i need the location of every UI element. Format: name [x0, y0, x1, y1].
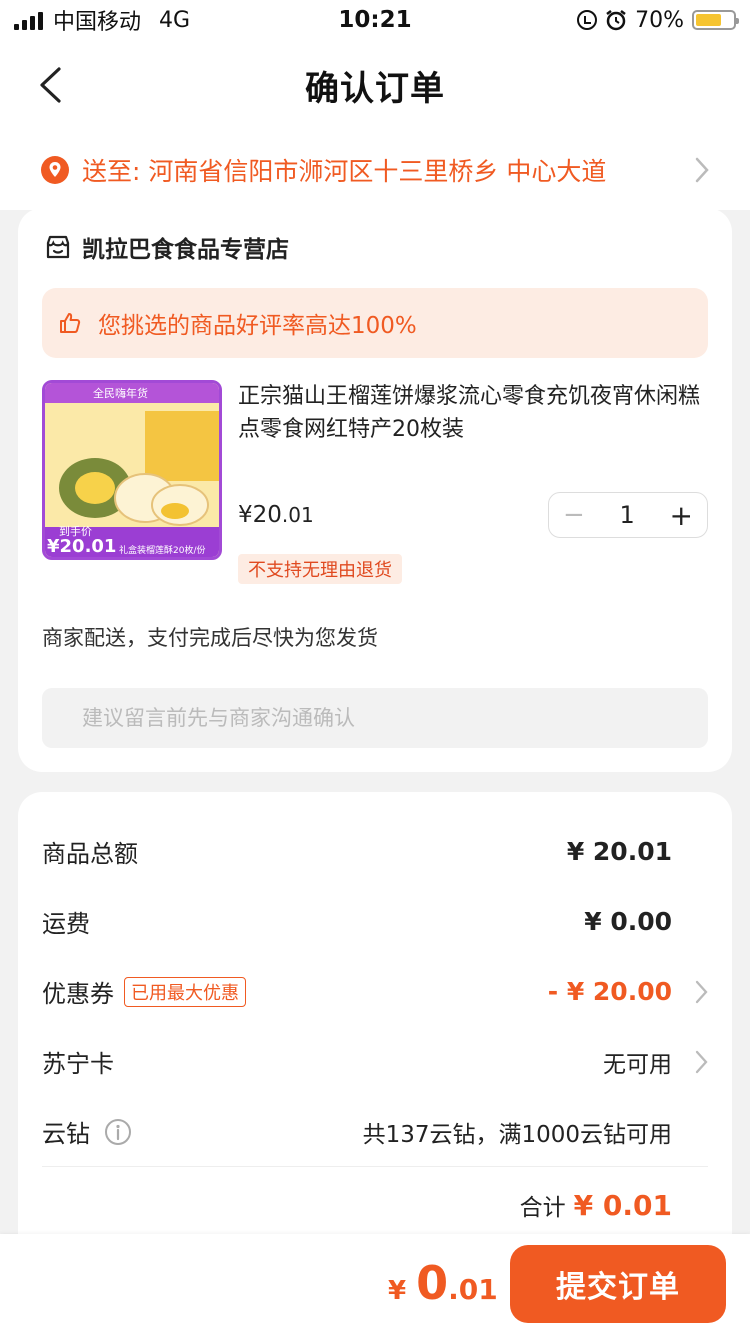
summary-divider — [42, 1166, 708, 1167]
carrier-label: 中国移动 — [53, 10, 142, 35]
image-price: ¥20.01 — [47, 536, 117, 557]
status-bar: 中国移动 4G 10:21 70% — [0, 0, 750, 40]
praise-text: 您挑选的商品好评率高达100% — [98, 313, 417, 339]
remark-input[interactable] — [42, 688, 708, 748]
quantity-stepper: − 1 + — [548, 492, 708, 538]
page-title: 确认订单 — [305, 68, 445, 109]
battery-percent: 70% — [635, 7, 684, 33]
product-price: ¥20.01 — [238, 502, 314, 528]
coupon-label: 优惠券 — [42, 980, 114, 1008]
checkout-bar: ¥ 0 .01 提交订单 — [0, 1234, 750, 1334]
suning-card-row[interactable]: 苏宁卡 无可用 — [42, 1044, 708, 1079]
status-left: 中国移动 4G — [14, 4, 190, 36]
product-title[interactable]: 正宗猫山王榴莲饼爆浆流心零食充饥夜宵休闲糕点零食网红特产20枚装 — [238, 380, 708, 446]
pay-amount-decimal: .01 — [448, 1273, 498, 1306]
price-integer: ¥20 — [238, 502, 282, 528]
suning-card-value: 无可用 — [603, 1051, 672, 1078]
coupon-row[interactable]: 优惠券 已用最大优惠 - ¥ 20.00 — [42, 974, 708, 1009]
suning-card-label: 苏宁卡 — [42, 1050, 114, 1078]
thumbs-up-icon — [60, 313, 81, 333]
signal-icon — [14, 10, 43, 30]
goods-total-label: 商品总额 — [42, 840, 138, 868]
decrease-button[interactable]: − — [563, 500, 585, 530]
freight-value: ¥ 0.00 — [584, 907, 672, 936]
shipping-note: 商家配送，支付完成后尽快为您发货 — [42, 626, 378, 650]
cloud-diamond-label: 云钻 — [42, 1120, 90, 1148]
delivery-address[interactable]: 送至: 河南省信阳市浉河区十三里桥乡 中心大道 — [0, 130, 750, 210]
cloud-diamond-row: 云钻 共137云钻，满1000云钻可用 — [42, 1114, 708, 1149]
back-button[interactable] — [30, 65, 70, 105]
network-label: 4G — [159, 7, 191, 33]
cloud-diamond-value: 共137云钻，满1000云钻可用 — [362, 1121, 672, 1148]
pay-amount-integer: 0 — [416, 1256, 449, 1310]
subtotal-label: 合计 — [519, 1195, 566, 1221]
status-right: 70% — [577, 7, 739, 33]
store-icon — [46, 235, 70, 259]
price-decimal: .01 — [281, 503, 314, 527]
orientation-lock-icon — [577, 10, 598, 30]
nav-bar: 确认订单 — [0, 40, 750, 130]
chevron-left-icon — [40, 67, 61, 103]
chevron-right-icon — [695, 157, 709, 183]
freight-row: 运费 ¥ 0.00 — [42, 904, 708, 939]
store-name: 凯拉巴食食品专营店 — [82, 237, 289, 263]
increase-button[interactable]: + — [670, 499, 693, 532]
chevron-right-icon — [695, 980, 708, 1003]
info-icon[interactable] — [104, 1118, 132, 1146]
image-caption: 礼盒装榴莲酥20枚/份 — [119, 546, 206, 556]
submit-order-button[interactable]: 提交订单 — [510, 1245, 726, 1323]
pay-currency: ¥ — [388, 1276, 407, 1306]
praise-banner: 您挑选的商品好评率高达100% — [42, 288, 708, 358]
coupon-value: - ¥ 20.00 — [547, 977, 672, 1006]
freight-label: 运费 — [42, 910, 90, 938]
alarm-icon — [606, 10, 626, 31]
chevron-right-icon — [695, 1050, 708, 1073]
store-header[interactable]: 凯拉巴食食品专营店 — [44, 230, 289, 264]
quantity-value[interactable]: 1 — [620, 501, 635, 529]
image-banner-text: 全民嗨年货 — [93, 387, 148, 400]
battery-icon — [692, 10, 739, 30]
address-text: 送至: 河南省信阳市浉河区十三里桥乡 中心大道 — [82, 157, 607, 186]
no-return-badge: 不支持无理由退货 — [238, 554, 402, 584]
store-card: 凯拉巴食食品专营店 您挑选的商品好评率高达100% 全民嗨年货 到手价 ¥20.… — [18, 208, 732, 772]
goods-total-value: ¥ 20.01 — [566, 837, 672, 866]
subtotal-value: ¥ 0.01 — [573, 1189, 672, 1222]
goods-total-row: 商品总额 ¥ 20.01 — [42, 834, 708, 869]
pay-amount: ¥ 0 .01 — [388, 1256, 498, 1310]
location-pin-icon — [41, 156, 69, 184]
product-image[interactable]: 全民嗨年货 到手价 ¥20.01 礼盒装榴莲酥20枚/份 — [42, 380, 222, 560]
subtotal-row: 合计 ¥ 0.01 — [520, 1188, 672, 1222]
coupon-tag: 已用最大优惠 — [124, 976, 246, 1007]
